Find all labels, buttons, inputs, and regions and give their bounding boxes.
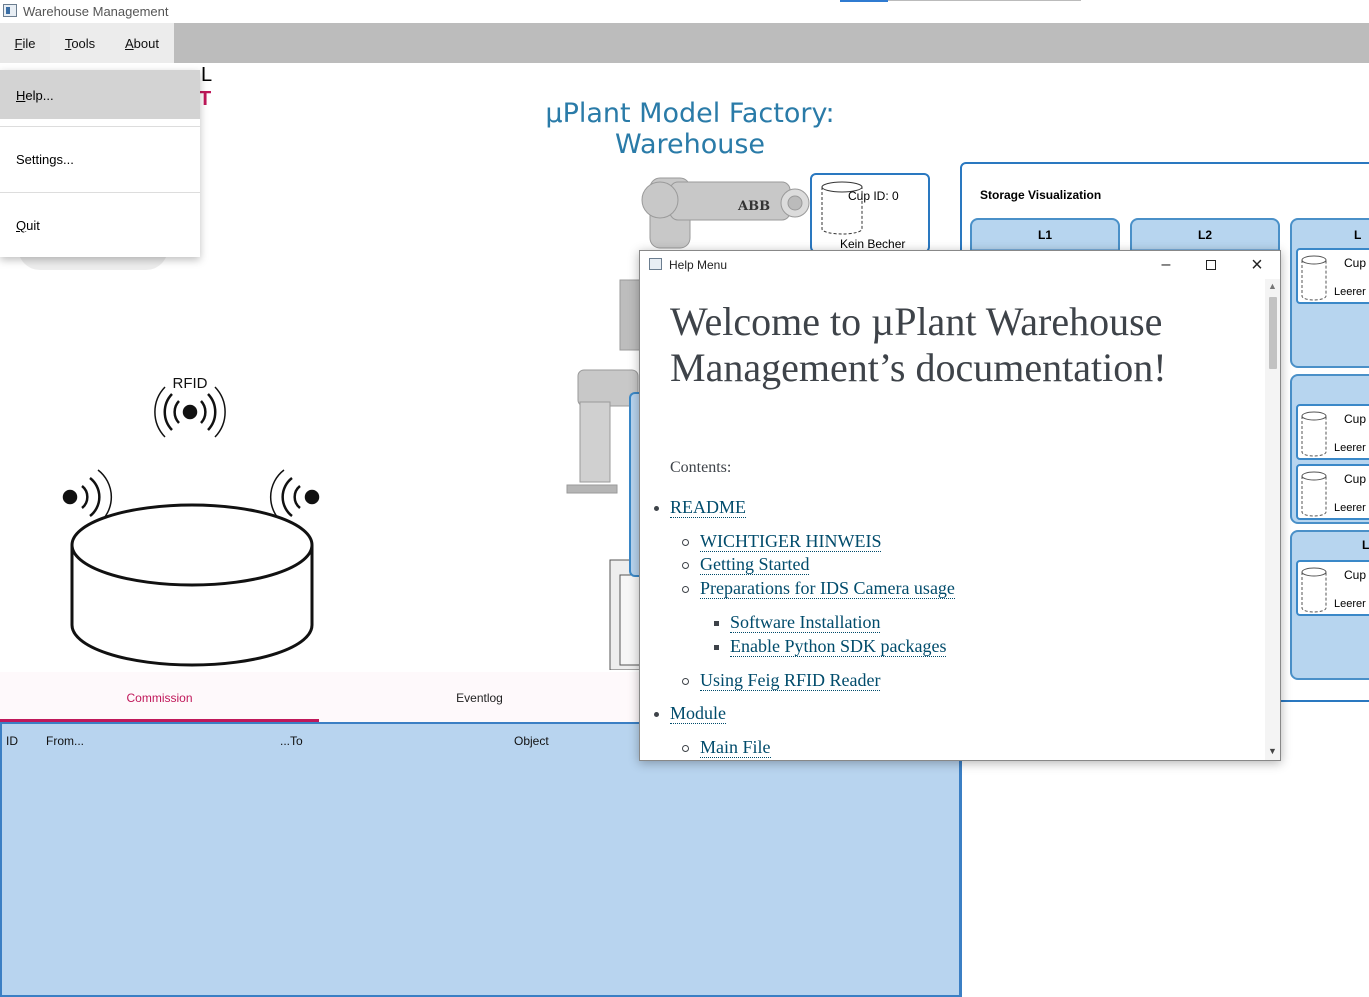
help-window: Help Menu – × Welcome to µPlant Warehous… — [639, 250, 1281, 761]
menu-item-help[interactable]: Help... — [0, 70, 200, 119]
toc-link-feig-rfid[interactable]: Using Feig RFID Reader — [700, 670, 881, 691]
slot-cup-label: Cup ID — [1344, 256, 1369, 270]
scrollbar-thumb[interactable] — [1269, 297, 1277, 369]
cup-id-label: Cup ID: 0 — [848, 189, 899, 203]
column-header-to[interactable]: ...To — [280, 734, 303, 748]
help-window-titlebar[interactable]: Help Menu – × — [640, 251, 1280, 279]
slot-status-label: Leerer B — [1334, 442, 1369, 454]
column-header-from[interactable]: From... — [46, 734, 84, 748]
storage-slot[interactable]: Cup ID Leerer B — [1296, 560, 1369, 616]
tab-commission[interactable]: Commission — [0, 672, 319, 722]
robot-cup-card: Cup ID: 0 Kein Becher — [810, 173, 930, 253]
lane-label: L1 — [972, 220, 1118, 250]
window-app-icon — [649, 258, 662, 270]
menu-bar: File Tools About — [0, 23, 1369, 63]
storage-slot[interactable]: Cup ID Leerer B — [1296, 248, 1369, 304]
cup-icon — [1301, 471, 1327, 517]
maximize-icon[interactable] — [1188, 251, 1234, 279]
window-titlebar: Warehouse Management — [0, 0, 1369, 23]
slot-cup-label: Cup ID — [1344, 472, 1369, 486]
bullet-circle — [682, 678, 689, 685]
slot-cup-label: Cup ID — [1344, 412, 1369, 426]
cup-icon — [1301, 255, 1327, 301]
titlebar-divider — [888, 0, 1081, 1]
storage-title: Storage Visualization — [980, 188, 1102, 202]
storage-slot[interactable]: Cup ID Leerer B — [1296, 404, 1369, 460]
toc-link-ids-camera[interactable]: Preparations for IDS Camera usage — [700, 578, 955, 599]
slot-cup-label: Cup ID — [1344, 568, 1369, 582]
menu-item-settings[interactable]: Settings... — [0, 140, 200, 180]
toc-link-getting-started[interactable]: Getting Started — [700, 554, 810, 575]
menu-separator — [0, 192, 200, 193]
commission-table[interactable]: ID From... ...To Object — [0, 722, 962, 997]
contents-label: Contents: — [670, 459, 732, 476]
storage-lane-right-2[interactable]: L Cup ID Leerer B Cup ID Leerer B — [1290, 374, 1369, 524]
scroll-up-icon[interactable]: ▲ — [1267, 281, 1278, 291]
minimize-icon[interactable]: – — [1143, 251, 1189, 279]
rfid-disc — [70, 503, 314, 667]
cup-status-label: Kein Becher — [840, 237, 906, 251]
slot-status-label: Leerer B — [1334, 286, 1369, 298]
rfid-reader-illustration: RFID — [62, 375, 320, 667]
bullet-circle — [682, 562, 689, 569]
menu-file[interactable]: File — [0, 23, 50, 63]
menu-about[interactable]: About — [110, 23, 174, 63]
cup-icon — [1301, 567, 1327, 613]
column-header-id[interactable]: ID — [6, 734, 18, 748]
logo-letter-l: L — [201, 64, 213, 86]
toc-link-module[interactable]: Module — [670, 703, 726, 724]
close-icon[interactable]: × — [1234, 251, 1280, 279]
window-title: Warehouse Management — [23, 4, 169, 19]
logo-letter-t: T — [199, 88, 212, 110]
file-menu-dropdown: Help... Settings... Quit — [0, 70, 200, 257]
bullet-disc — [654, 712, 659, 717]
column-header-object[interactable]: Object — [514, 734, 549, 748]
help-heading: Welcome to µPlant Warehouse Management’s… — [670, 299, 1167, 390]
bullet-disc — [654, 506, 659, 511]
titlebar-accent — [840, 0, 888, 2]
menu-separator — [0, 126, 200, 127]
menu-tools[interactable]: Tools — [50, 23, 110, 63]
storage-lane-right-3[interactable]: L1 Cup ID Leerer B — [1290, 530, 1369, 680]
tab-bar: Commission Eventlog — [0, 672, 640, 722]
rfid-signal-icon — [154, 386, 226, 438]
help-content: Welcome to µPlant Warehouse Management’s… — [640, 279, 1266, 760]
bullet-circle — [682, 539, 689, 546]
cup-icon — [821, 181, 863, 235]
wireless-left-icon — [62, 469, 113, 525]
toc-link-wichtiger-hinweis[interactable]: WICHTIGER HINWEIS — [700, 531, 882, 552]
tab-eventlog[interactable]: Eventlog — [319, 672, 640, 722]
cup-icon — [1301, 411, 1327, 457]
help-window-title: Help Menu — [669, 258, 728, 272]
bullet-square — [714, 621, 719, 626]
bullet-circle — [682, 586, 689, 593]
lane-label: L1 — [1362, 538, 1369, 552]
robot-brand-label: ABB — [737, 199, 770, 214]
lane-label: L2 — [1132, 220, 1278, 250]
toc-link-main-file[interactable]: Main File — [700, 737, 771, 758]
rfid-label: RFID — [173, 375, 208, 392]
bullet-circle — [682, 745, 689, 752]
storage-lane-right-1[interactable]: L Cup ID Leerer B — [1290, 218, 1369, 368]
toc-link-readme[interactable]: README — [670, 497, 746, 518]
scroll-down-icon[interactable]: ▼ — [1267, 746, 1278, 756]
bullet-square — [714, 645, 719, 650]
toc-link-python-sdk[interactable]: Enable Python SDK packages — [730, 636, 947, 657]
menu-item-quit[interactable]: Quit — [0, 206, 200, 246]
toc-link-software-installation[interactable]: Software Installation — [730, 612, 881, 633]
lane-label: L — [1354, 228, 1362, 242]
app-icon — [3, 4, 17, 17]
slot-status-label: Leerer B — [1334, 502, 1369, 514]
storage-slot[interactable]: Cup ID Leerer B — [1296, 464, 1369, 520]
help-scrollbar[interactable]: ▲ ▼ — [1265, 279, 1280, 760]
page-title: µPlant Model Factory: Warehouse — [545, 98, 835, 160]
slot-status-label: Leerer B — [1334, 598, 1369, 610]
